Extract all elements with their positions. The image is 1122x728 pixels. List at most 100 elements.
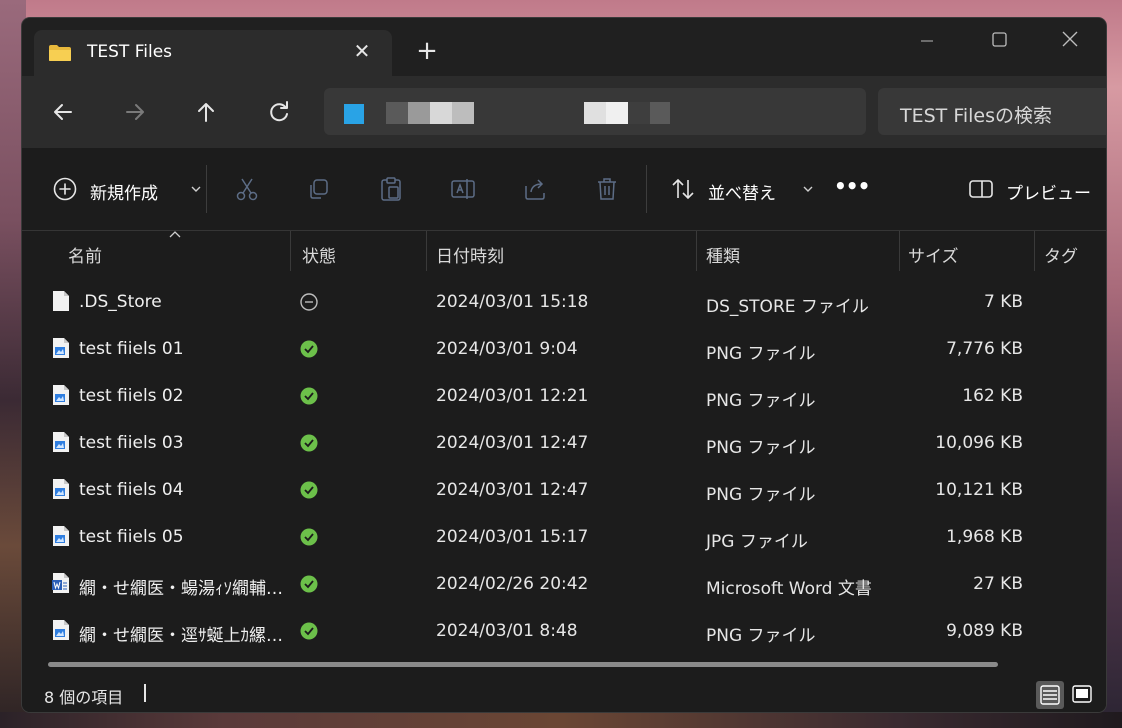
paste-icon[interactable] <box>378 176 404 202</box>
tab-close-icon[interactable]: ✕ <box>350 39 374 63</box>
file-row[interactable]: 繝・せ繝医・蝪湯ｨｿ繝輔い... 2024/02/26 20:42 Micros… <box>22 562 1106 609</box>
search-box[interactable]: TEST Filesの検索 <box>878 88 1106 135</box>
back-arrow-icon[interactable] <box>45 94 81 130</box>
plus-circle-icon <box>53 177 77 201</box>
file-size: 27 KB <box>973 574 1023 594</box>
file-type: PNG ファイル <box>706 485 816 505</box>
column-date[interactable]: 日付時刻 <box>436 242 504 267</box>
file-size: 162 KB <box>962 386 1023 406</box>
file-row[interactable]: test fiiels 04 2024/03/01 12:47 PNG ファイル… <box>22 468 1106 515</box>
column-type[interactable]: 種類 <box>706 242 740 267</box>
preview-button-label: プレビュー <box>1006 184 1091 204</box>
file-size: 1,968 KB <box>946 527 1023 547</box>
search-input[interactable]: TEST Filesの検索 <box>900 101 1052 128</box>
file-row[interactable]: test fiiels 03 2024/03/01 12:47 PNG ファイル… <box>22 421 1106 468</box>
column-size[interactable]: サイズ <box>908 242 959 267</box>
blurred-path-segment <box>650 102 670 124</box>
file-name: test fiiels 04 <box>79 480 184 500</box>
toolbar-divider <box>646 165 647 213</box>
navigation-bar: TEST Filesの検索 <box>22 76 1106 148</box>
blank-file-icon <box>53 291 69 311</box>
preview-button[interactable]: プレビュー <box>968 148 1091 230</box>
blurred-path-segment <box>628 102 650 124</box>
details-view-icon[interactable] <box>1036 681 1064 709</box>
forward-arrow-icon[interactable] <box>117 94 153 130</box>
location-icon <box>344 104 364 124</box>
synced-check-icon <box>300 575 318 593</box>
address-bar[interactable] <box>324 88 866 135</box>
file-name: .DS_Store <box>79 292 162 312</box>
blurred-path-segment <box>452 102 474 124</box>
synced-check-icon <box>300 622 318 640</box>
new-tab-button[interactable]: + <box>415 38 439 64</box>
new-button[interactable]: 新規作成 <box>42 148 201 230</box>
file-name: test fiiels 05 <box>79 527 184 547</box>
column-divider[interactable] <box>1034 231 1035 271</box>
rename-icon[interactable] <box>450 176 476 202</box>
file-type: PNG ファイル <box>706 344 816 364</box>
column-header-row: 名前 状態 日付時刻 種類 サイズ タグ <box>22 231 1106 273</box>
file-row[interactable]: 繝・せ繝医・逕ｻ蜒上ｶ縲｡... 2024/03/01 8:48 PNG ファイ… <box>22 609 1106 656</box>
column-divider[interactable] <box>426 231 427 271</box>
file-date: 2024/02/26 20:42 <box>436 574 589 594</box>
file-date: 2024/03/01 8:48 <box>436 621 578 641</box>
file-date: 2024/03/01 15:17 <box>436 527 589 547</box>
file-name: test fiiels 02 <box>79 386 184 406</box>
synced-check-icon <box>300 528 318 546</box>
file-date: 2024/03/01 12:47 <box>436 433 589 453</box>
close-window-icon[interactable] <box>1047 26 1093 56</box>
file-size: 7,776 KB <box>946 339 1023 359</box>
column-tags[interactable]: タグ <box>1044 242 1078 267</box>
desktop-wallpaper-bottom <box>0 712 1122 728</box>
file-type: PNG ファイル <box>706 626 816 646</box>
up-arrow-icon[interactable] <box>188 94 224 130</box>
refresh-icon[interactable] <box>261 94 297 130</box>
column-divider[interactable] <box>290 231 291 271</box>
file-row[interactable]: test fiiels 05 2024/03/01 15:17 JPG ファイル… <box>22 515 1106 562</box>
file-row[interactable]: test fiiels 02 2024/03/01 12:21 PNG ファイル… <box>22 374 1106 421</box>
tab-title: TEST Files <box>87 42 173 62</box>
command-bar: 新規作成 並べ替え ••• プレビュー <box>22 148 1106 231</box>
large-icons-view-icon[interactable] <box>1068 681 1096 709</box>
blurred-path-segment <box>584 102 606 124</box>
file-date: 2024/03/01 12:21 <box>436 386 589 406</box>
synced-check-icon <box>300 481 318 499</box>
column-divider[interactable] <box>899 231 900 271</box>
column-status[interactable]: 状態 <box>302 242 336 267</box>
delete-icon[interactable] <box>594 176 620 202</box>
synced-check-icon <box>300 387 318 405</box>
column-divider[interactable] <box>696 231 697 271</box>
file-name: test fiiels 03 <box>79 433 184 453</box>
file-size: 7 KB <box>983 292 1023 312</box>
item-count: 8 個の項目 <box>44 688 124 707</box>
minimize-icon[interactable] <box>904 26 950 56</box>
file-date: 2024/03/01 9:04 <box>436 339 578 359</box>
file-date: 2024/03/01 12:47 <box>436 480 589 500</box>
file-name: 繝・せ繝医・逕ｻ蜒上ｶ縲｡... <box>79 626 285 646</box>
maximize-icon[interactable] <box>976 26 1022 56</box>
sort-button-label: 並べ替え <box>708 184 776 204</box>
file-date: 2024/03/01 15:18 <box>436 292 589 312</box>
sort-ascending-icon <box>169 231 181 238</box>
copy-icon[interactable] <box>306 176 332 202</box>
chevron-down-icon <box>191 186 201 192</box>
column-name[interactable]: 名前 <box>68 242 102 267</box>
file-row[interactable]: .DS_Store 2024/03/01 15:18 DS_STORE ファイル… <box>22 280 1106 327</box>
file-type: DS_STORE ファイル <box>706 297 869 317</box>
status-bar: 8 個の項目 <box>22 674 1106 712</box>
sort-button[interactable]: 並べ替え <box>668 148 813 230</box>
blurred-path-segment <box>408 102 430 124</box>
more-options-button[interactable]: ••• <box>834 174 870 198</box>
cut-icon[interactable] <box>234 176 260 202</box>
file-type: Microsoft Word 文書 <box>706 579 872 599</box>
image-file-icon <box>53 385 69 405</box>
horizontal-scrollbar[interactable] <box>48 662 998 667</box>
synced-check-icon <box>300 340 318 358</box>
share-icon[interactable] <box>522 176 548 202</box>
file-size: 10,121 KB <box>935 480 1023 500</box>
preview-pane-icon <box>969 180 993 198</box>
blurred-path-segment <box>430 102 452 124</box>
unsynced-status-icon <box>300 293 318 311</box>
file-row[interactable]: test fiiels 01 2024/03/01 9:04 PNG ファイル … <box>22 327 1106 374</box>
tab-test-files[interactable]: TEST Files ✕ <box>34 30 392 76</box>
